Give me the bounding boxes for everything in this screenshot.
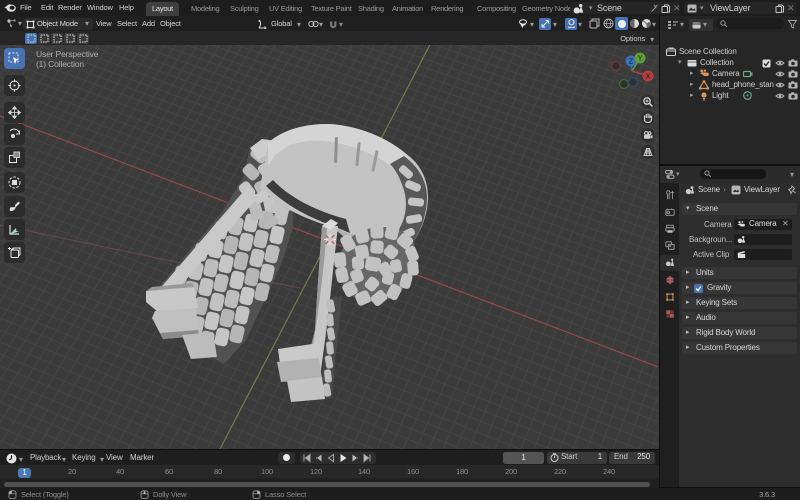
svg-text:Y: Y — [638, 55, 643, 62]
svg-text:X: X — [646, 73, 651, 80]
